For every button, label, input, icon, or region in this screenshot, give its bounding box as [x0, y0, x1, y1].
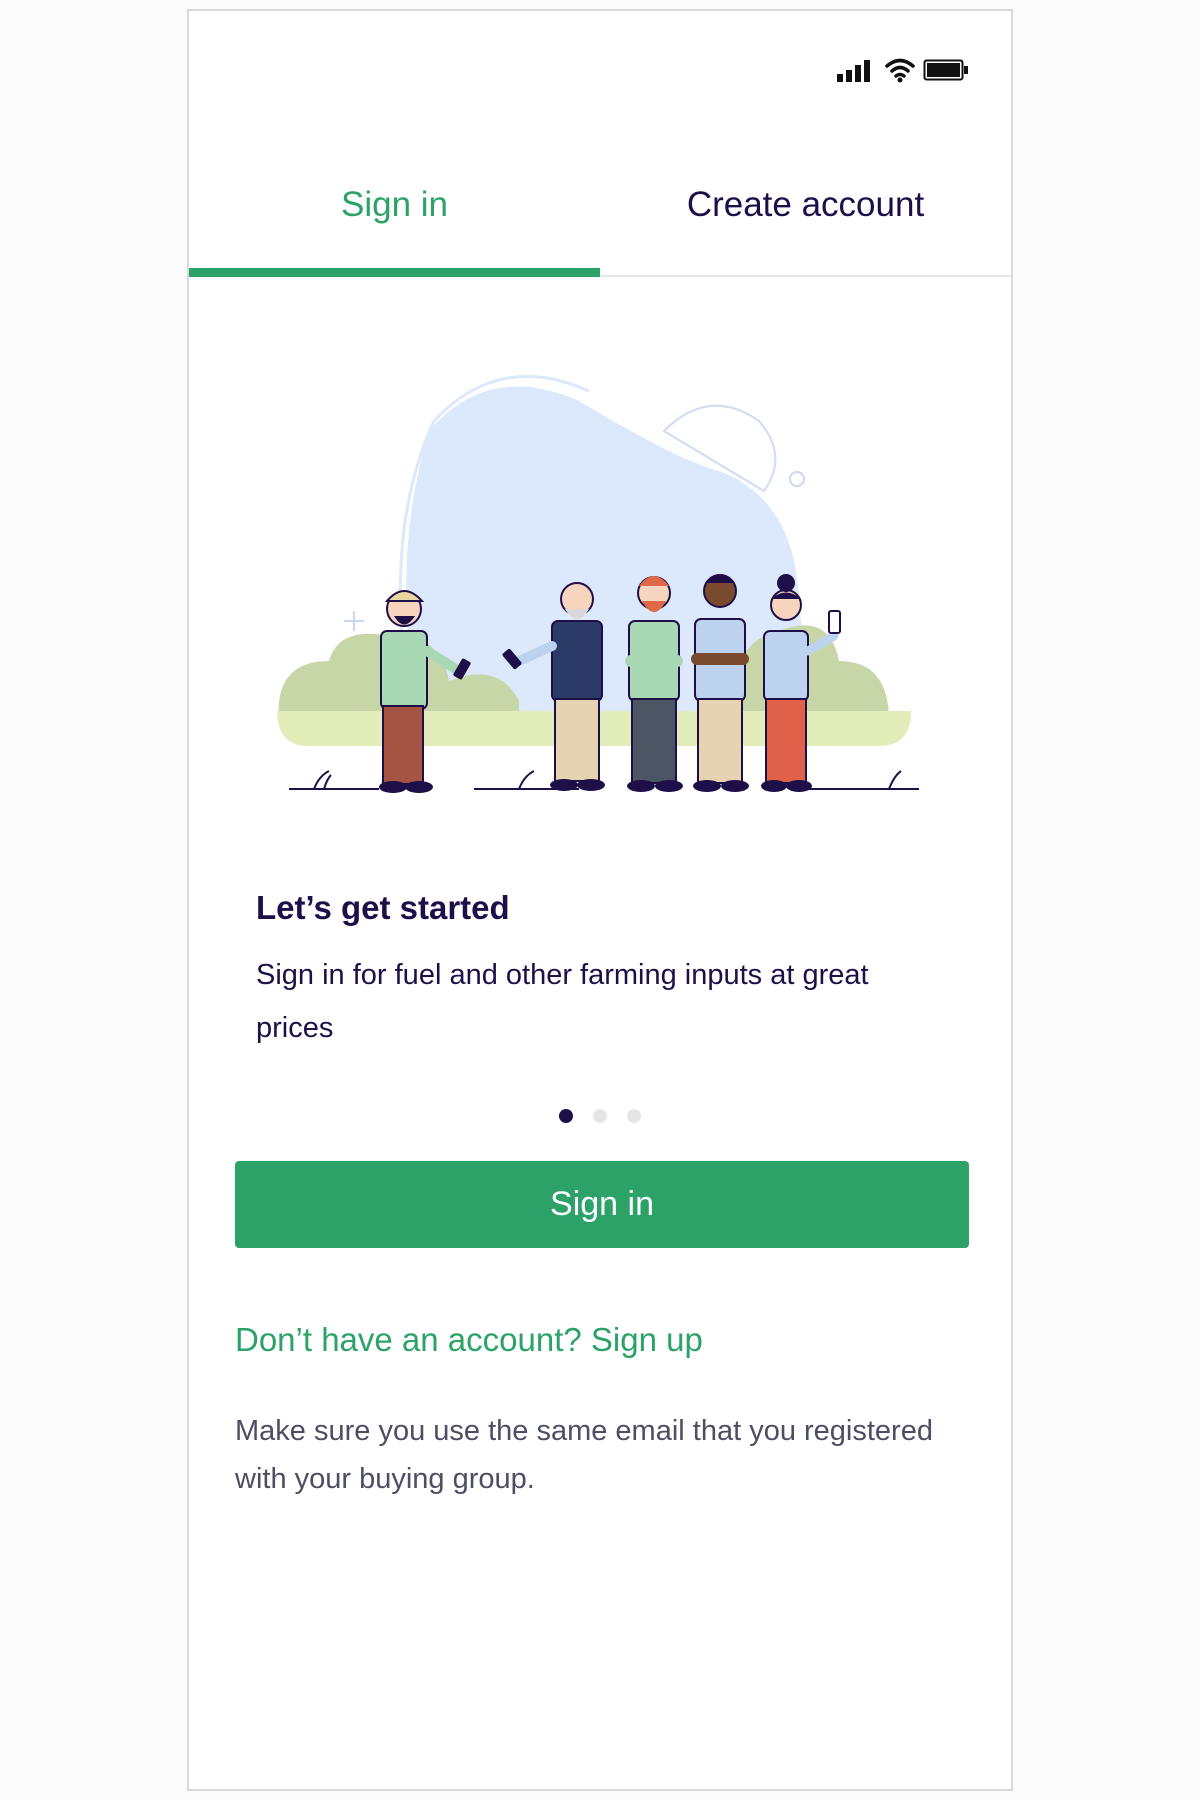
sign-up-link[interactable]: Don’t have an account? Sign up — [235, 1321, 703, 1359]
carousel-description: Sign in for fuel and other farming input… — [256, 959, 869, 1044]
carousel-pagination — [189, 1109, 1011, 1123]
carousel-dot-2[interactable] — [593, 1109, 607, 1123]
status-bar — [189, 11, 1011, 111]
wifi-icon — [885, 58, 915, 83]
tab-create-account-label: Create account — [686, 185, 925, 224]
status-icons — [837, 57, 969, 83]
carousel-dot-3[interactable] — [627, 1109, 641, 1123]
carousel-title: Let’s get started — [256, 889, 510, 926]
plus-mark — [344, 611, 364, 631]
small-ring — [789, 471, 805, 487]
sign-in-button[interactable]: Sign in — [235, 1161, 969, 1248]
active-tab-indicator — [189, 268, 600, 277]
tab-sign-in[interactable]: Sign in — [189, 161, 600, 277]
battery-icon — [923, 59, 968, 81]
signal-icon — [837, 60, 870, 82]
farmers-illustration — [277, 374, 919, 793]
carousel-dot-1[interactable] — [559, 1109, 573, 1123]
tab-create-account[interactable]: Create account — [600, 161, 1011, 275]
email-note: Make sure you use the same email that yo… — [235, 1415, 933, 1495]
tab-bar: Sign in Create account — [189, 161, 1011, 277]
phone-screen: Sign in Create account Let’s get started… — [187, 9, 1013, 1791]
tab-sign-in-label: Sign in — [340, 185, 449, 224]
